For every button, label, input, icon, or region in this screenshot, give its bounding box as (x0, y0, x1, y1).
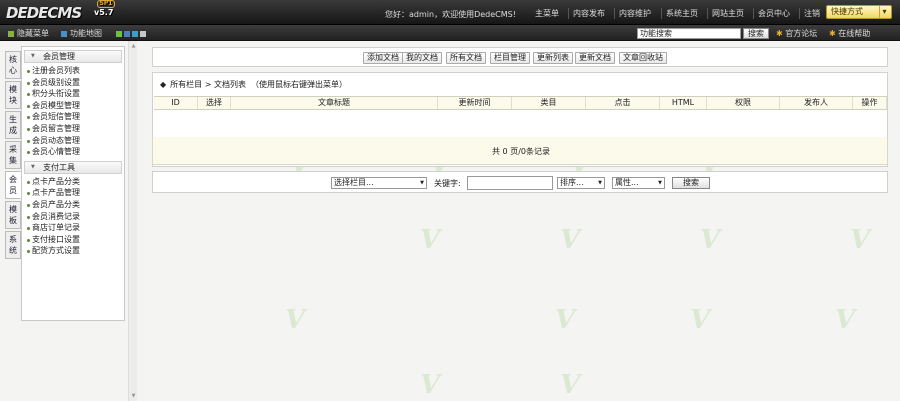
chevron-down-icon: ▼ (420, 180, 424, 186)
sidebar-item[interactable]: 会员动态管理 (22, 135, 124, 147)
column-header[interactable]: 点击 (586, 97, 660, 109)
filter-bar: 选择栏目... ▼ 关键字: 排序... ▼ 属性... ▼ 搜索 (152, 171, 888, 193)
sidebar: 会员管理注册会员列表会员级别设置积分头衔设置会员模型管理会员短信管理会员留言管理… (21, 46, 125, 321)
nav-system-home[interactable]: 系统主页 (661, 8, 702, 19)
column-header[interactable]: 操作 (853, 97, 887, 109)
module-tab[interactable]: 生成 (5, 111, 21, 139)
toolbar-button[interactable]: 更新文档 (575, 52, 615, 64)
sidebar-item[interactable]: 支付接口设置 (22, 234, 124, 246)
column-header[interactable]: 权限 (707, 97, 780, 109)
shortcut-dropdown[interactable]: 快捷方式 ▾ (826, 5, 892, 19)
sidebar-scrollbar[interactable]: ▲ ▼ (128, 41, 137, 401)
sidebar-group-header[interactable]: 支付工具 (24, 160, 122, 174)
column-header[interactable]: 文章标题 (231, 97, 438, 109)
sidebar-item[interactable]: 积分头衔设置 (22, 88, 124, 100)
star-icon: ✱ (829, 29, 839, 38)
shortcut-label: 快捷方式 (831, 7, 863, 16)
sidebar-item[interactable]: 注册会员列表 (22, 65, 124, 77)
toolbar-button[interactable]: 所有文档 (446, 52, 486, 64)
list-title: ◆ 所有栏目 > 文档列表 （使用鼠标右键弹出菜单） (160, 80, 348, 89)
nav-main-menu[interactable]: 主菜单 (531, 8, 563, 19)
pager-text: 共 0 页/0条记录 (492, 147, 550, 156)
sidebar-item[interactable]: 会员短信管理 (22, 111, 124, 123)
column-header[interactable]: ID (154, 97, 198, 109)
keyword-label: 关键字: (434, 179, 461, 188)
color-swatch[interactable] (116, 31, 122, 37)
color-swatch[interactable] (132, 31, 138, 37)
column-header[interactable]: 类目 (512, 97, 586, 109)
toolbar-button[interactable]: 我的文档 (402, 52, 442, 64)
chevron-down-icon: ▼ (598, 180, 602, 186)
nav-content-maintain[interactable]: 内容维护 (614, 8, 655, 19)
function-search-button[interactable]: 搜索 (743, 28, 769, 39)
column-header[interactable]: 选择 (198, 97, 231, 109)
sidebar-item[interactable]: 会员心情管理 (22, 146, 124, 158)
color-swatch[interactable] (140, 31, 146, 37)
sidebar-item[interactable]: 会员产品分类 (22, 199, 124, 211)
table-header: ID 选择 文章标题 更新时间 类目 点击 HTML 权限 发布人 操作 (154, 96, 887, 110)
scroll-up-icon[interactable]: ▲ (130, 43, 137, 49)
welcome-text: 您好：admin，欢迎使用DedeCMS! (385, 10, 516, 19)
category-select[interactable]: 选择栏目... ▼ (331, 177, 427, 189)
nav-logout[interactable]: 注销 (799, 8, 824, 19)
module-tab[interactable]: 模块 (5, 81, 21, 109)
logo-version: v5.7 (94, 8, 114, 17)
sidebar-item[interactable]: 会员级别设置 (22, 77, 124, 89)
attribute-select[interactable]: 属性... ▼ (612, 177, 665, 189)
module-tab[interactable]: 核心 (5, 51, 21, 79)
sidebar-item[interactable]: 会员留言管理 (22, 123, 124, 135)
color-scheme-switcher[interactable] (116, 30, 148, 39)
sidebar-item[interactable]: 点卡产品管理 (22, 187, 124, 199)
chevron-down-icon: ▼ (658, 180, 662, 186)
map-icon (61, 31, 67, 37)
sidebar-item[interactable]: 商店订单记录 (22, 222, 124, 234)
column-header[interactable]: 发布人 (780, 97, 853, 109)
column-header[interactable]: HTML (660, 97, 707, 109)
chevron-down-icon: ▾ (879, 6, 889, 18)
color-swatch[interactable] (124, 31, 130, 37)
star-icon: ✱ (776, 29, 786, 38)
module-tab[interactable]: 采集 (5, 141, 21, 169)
forum-link[interactable]: ✱ 官方论坛 (776, 28, 817, 39)
filter-search-button[interactable]: 搜索 (672, 177, 710, 189)
toolbar-button[interactable]: 栏目管理 (490, 52, 530, 64)
module-tabs: 核心 模块 生成 采集 会员 模板 系统 (5, 51, 21, 261)
document-toolbar: 添加文档 我的文档 所有文档 栏目管理 更新列表 更新文档 文章回收站 (152, 47, 888, 67)
help-link[interactable]: ✱ 在线帮助 (829, 28, 870, 39)
nav-member-center[interactable]: 会员中心 (753, 8, 794, 19)
diamond-icon: ◆ (160, 80, 167, 89)
hide-menu-icon (8, 31, 14, 37)
column-header[interactable]: 更新时间 (438, 97, 512, 109)
toolbar-button[interactable]: 文章回收站 (619, 52, 667, 64)
toolbar-button[interactable]: 添加文档 (363, 52, 403, 64)
toolbar-button[interactable]: 更新列表 (533, 52, 573, 64)
scroll-down-icon[interactable]: ▼ (130, 393, 137, 399)
logo-badge: SP1 (97, 0, 115, 8)
hide-menu-button[interactable]: 隐藏菜单 (8, 28, 49, 39)
keyword-input[interactable] (467, 176, 553, 190)
dedecms-logo: DEDECMS SP1 v5.7 (6, 0, 115, 22)
sidebar-group-header[interactable]: 会员管理 (24, 50, 122, 63)
sort-select[interactable]: 排序... ▼ (557, 177, 605, 189)
module-tab[interactable]: 会员 (5, 171, 21, 199)
function-search-input[interactable]: 功能搜索 (637, 28, 741, 39)
nav-content-publish[interactable]: 内容发布 (568, 8, 609, 19)
sidebar-item[interactable]: 配货方式设置 (22, 245, 124, 257)
module-tab[interactable]: 模板 (5, 201, 21, 229)
sidebar-item[interactable]: 点卡产品分类 (22, 176, 124, 188)
nav-site-home[interactable]: 网站主页 (707, 8, 748, 19)
sidebar-item[interactable]: 会员模型管理 (22, 100, 124, 112)
site-map-button[interactable]: 功能地图 (61, 28, 102, 39)
module-tab[interactable]: 系统 (5, 231, 21, 259)
top-header: DEDECMS SP1 v5.7 您好：admin，欢迎使用DedeCMS! 主… (0, 0, 900, 25)
pagination: 共 0 页/0条记录 (152, 137, 888, 165)
list-hint: （使用鼠标右键弹出菜单） (251, 80, 348, 89)
sidebar-item[interactable]: 会员消费记录 (22, 211, 124, 223)
